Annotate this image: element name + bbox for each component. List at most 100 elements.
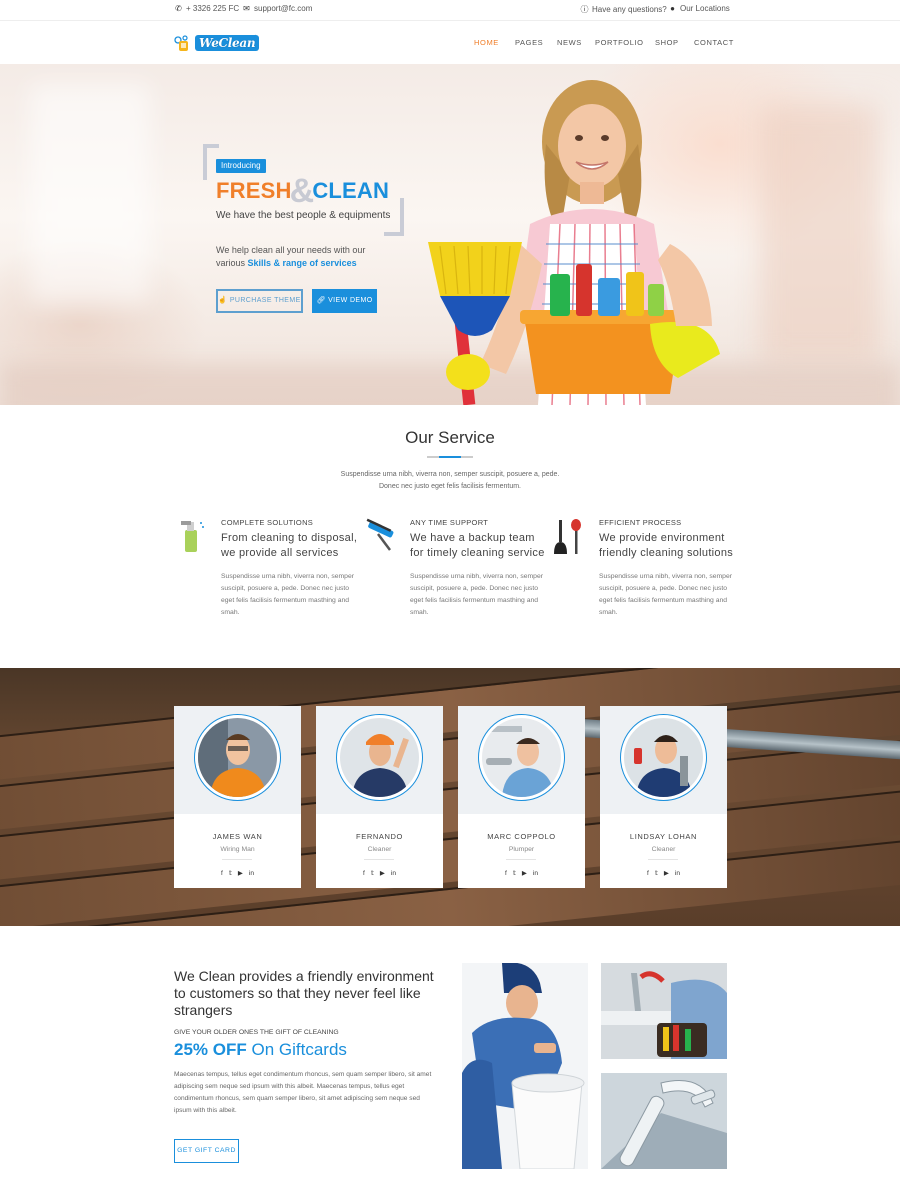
gift-offer-discount: 25% OFF xyxy=(174,1040,247,1059)
team-member-card[interactable]: FERNANDO Cleaner f 𝕥 ▶ in xyxy=(316,706,443,888)
plumber-toilet-image xyxy=(462,963,588,1169)
social-links: f 𝕥 ▶ in xyxy=(316,869,443,877)
hero-text-line1: We help clean all your needs with our xyxy=(216,245,366,255)
hero-title-fresh: FRESH xyxy=(216,178,292,203)
envelope-icon: ✉ xyxy=(243,4,250,13)
email-address[interactable]: support@fc.com xyxy=(254,4,312,13)
gift-offer-text: On Giftcards xyxy=(251,1040,347,1059)
phone-info: ✆ + 3326 225 FC xyxy=(174,4,239,13)
service-card-any-time-support: ANY TIME SUPPORT We have a backup team f… xyxy=(366,518,550,619)
background-window-blur xyxy=(30,84,150,304)
team-divider xyxy=(222,859,252,860)
services-desc-line1: Suspendisse urna nibh, viverra non, semp… xyxy=(340,471,560,478)
questions-link[interactable]: ⓘ Have any questions? xyxy=(580,4,667,15)
get-gift-card-button[interactable]: GET GIFT CARD xyxy=(174,1139,239,1163)
purchase-theme-label: PURCHASE THEME xyxy=(229,297,301,304)
facebook-icon[interactable]: f xyxy=(505,870,507,877)
nav-shop[interactable]: SHOP xyxy=(655,38,679,47)
nav-contact[interactable]: CONTACT xyxy=(694,38,734,47)
service-caption: ANY TIME SUPPORT xyxy=(410,518,489,527)
team-member-role: Plumper xyxy=(508,846,535,853)
youtube-icon[interactable]: ▶ xyxy=(238,869,243,877)
background-curtain-blur xyxy=(760,104,880,364)
hero-title-ampersand: & xyxy=(289,172,315,210)
hero-title-clean: CLEAN xyxy=(312,178,390,203)
plumber-sink-image xyxy=(601,963,727,1059)
hero-text: We help clean all your needs with our va… xyxy=(216,244,416,270)
nav-home[interactable]: HOME xyxy=(474,38,499,47)
team-photo-area xyxy=(174,706,301,814)
social-links: f 𝕥 ▶ in xyxy=(174,869,301,877)
team-member-card[interactable]: JAMES WAN Wiring Man f 𝕥 ▶ in xyxy=(174,706,301,888)
service-body: Suspendisse urna nibh, viverra non, semp… xyxy=(599,573,732,616)
service-body: Suspendisse urna nibh, viverra non, semp… xyxy=(221,573,354,616)
avatar xyxy=(198,718,277,797)
service-caption: EFFICIENT PROCESS xyxy=(599,518,682,527)
twitter-icon[interactable]: 𝕥 xyxy=(229,869,232,877)
locations-label[interactable]: Our Locations xyxy=(680,4,730,13)
chrome-faucet-image xyxy=(601,1073,727,1169)
hero-title: FRESH&CLEAN xyxy=(216,172,389,211)
team-member-role: Cleaner xyxy=(367,846,392,853)
logo-text: WeClean xyxy=(195,35,260,51)
hero-subtitle: We have the best people & equipments xyxy=(216,210,391,221)
linkedin-icon[interactable]: in xyxy=(391,870,396,877)
facebook-icon[interactable]: f xyxy=(647,870,649,877)
hero-text-prefix: various xyxy=(216,258,246,268)
team-section-background xyxy=(0,668,900,926)
locations-link[interactable]: ● Our Locations xyxy=(668,4,730,13)
sparkle-icon: ✦ xyxy=(252,33,259,42)
avatar-ring xyxy=(478,714,565,801)
facebook-icon[interactable]: f xyxy=(363,870,365,877)
bubbles-icon xyxy=(174,35,188,51)
team-photo-area xyxy=(316,706,443,814)
service-card-efficient-process: EFFICIENT PROCESS We provide environment… xyxy=(554,518,739,619)
youtube-icon[interactable]: ▶ xyxy=(664,869,669,877)
social-links: f 𝕥 ▶ in xyxy=(458,869,585,877)
phone-number: + 3326 225 FC xyxy=(186,4,240,13)
twitter-icon[interactable]: 𝕥 xyxy=(655,869,658,877)
logo[interactable]: WeClean ✦ xyxy=(173,33,260,53)
team-member-card[interactable]: MARC COPPOLO Plumper f 𝕥 ▶ in xyxy=(458,706,585,888)
service-body: Suspendisse urna nibh, viverra non, semp… xyxy=(410,573,543,616)
avatar xyxy=(340,718,419,797)
questions-label[interactable]: Have any questions? xyxy=(592,5,667,14)
youtube-icon[interactable]: ▶ xyxy=(380,869,385,877)
service-heading: We have a backup team for timely cleanin… xyxy=(410,532,545,559)
nav-pages[interactable]: PAGES xyxy=(515,38,543,47)
avatar-ring xyxy=(336,714,423,801)
nav-news[interactable]: NEWS xyxy=(557,38,582,47)
team-photo-area xyxy=(458,706,585,814)
top-bar: ✆ + 3326 225 FC ✉ support@fc.com ⓘ Have any… xyxy=(0,0,900,21)
team-member-role: Wiring Man xyxy=(220,846,255,853)
facebook-icon[interactable]: f xyxy=(221,870,223,877)
linkedin-icon[interactable]: in xyxy=(249,870,254,877)
team-member-name: JAMES WAN xyxy=(212,832,263,841)
gift-caption: GIVE YOUR OLDER ONES THE GIFT OF CLEANIN… xyxy=(174,1029,339,1036)
view-demo-button[interactable]: 🔗︎ VIEW DEMO xyxy=(312,289,377,313)
email-info[interactable]: ✉ support@fc.com xyxy=(242,4,312,13)
link-icon: 🔗︎ xyxy=(316,297,326,304)
gift-body: Maecenas tempus, tellus eget condimentum… xyxy=(174,1071,432,1114)
thumbs-up-icon: ☝ xyxy=(218,297,228,304)
service-heading: We provide environment friendly cleaning… xyxy=(599,532,734,559)
linkedin-icon[interactable]: in xyxy=(533,870,538,877)
avatar xyxy=(624,718,703,797)
nav-portfolio[interactable]: PORTFOLIO xyxy=(595,38,644,47)
avatar xyxy=(482,718,561,797)
team-photo-area xyxy=(600,706,727,814)
view-demo-label: VIEW DEMO xyxy=(328,297,373,304)
service-card-complete-solutions: COMPLETE SOLUTIONS From cleaning to disp… xyxy=(181,518,361,619)
twitter-icon[interactable]: 𝕥 xyxy=(371,869,374,877)
gift-offer: 25% OFF On Giftcards xyxy=(174,1040,347,1060)
team-member-name: FERNANDO xyxy=(356,832,403,841)
linkedin-icon[interactable]: in xyxy=(675,870,680,877)
purchase-theme-button[interactable]: ☝ PURCHASE THEME xyxy=(216,289,303,313)
service-caption: COMPLETE SOLUTIONS xyxy=(221,518,314,527)
squeegee-icon xyxy=(366,518,394,551)
youtube-icon[interactable]: ▶ xyxy=(522,869,527,877)
team-member-role: Cleaner xyxy=(651,846,676,853)
spray-bottle-icon xyxy=(181,521,204,552)
twitter-icon[interactable]: 𝕥 xyxy=(513,869,516,877)
team-member-card[interactable]: LINDSAY LOHAN Cleaner f 𝕥 ▶ in xyxy=(600,706,727,888)
